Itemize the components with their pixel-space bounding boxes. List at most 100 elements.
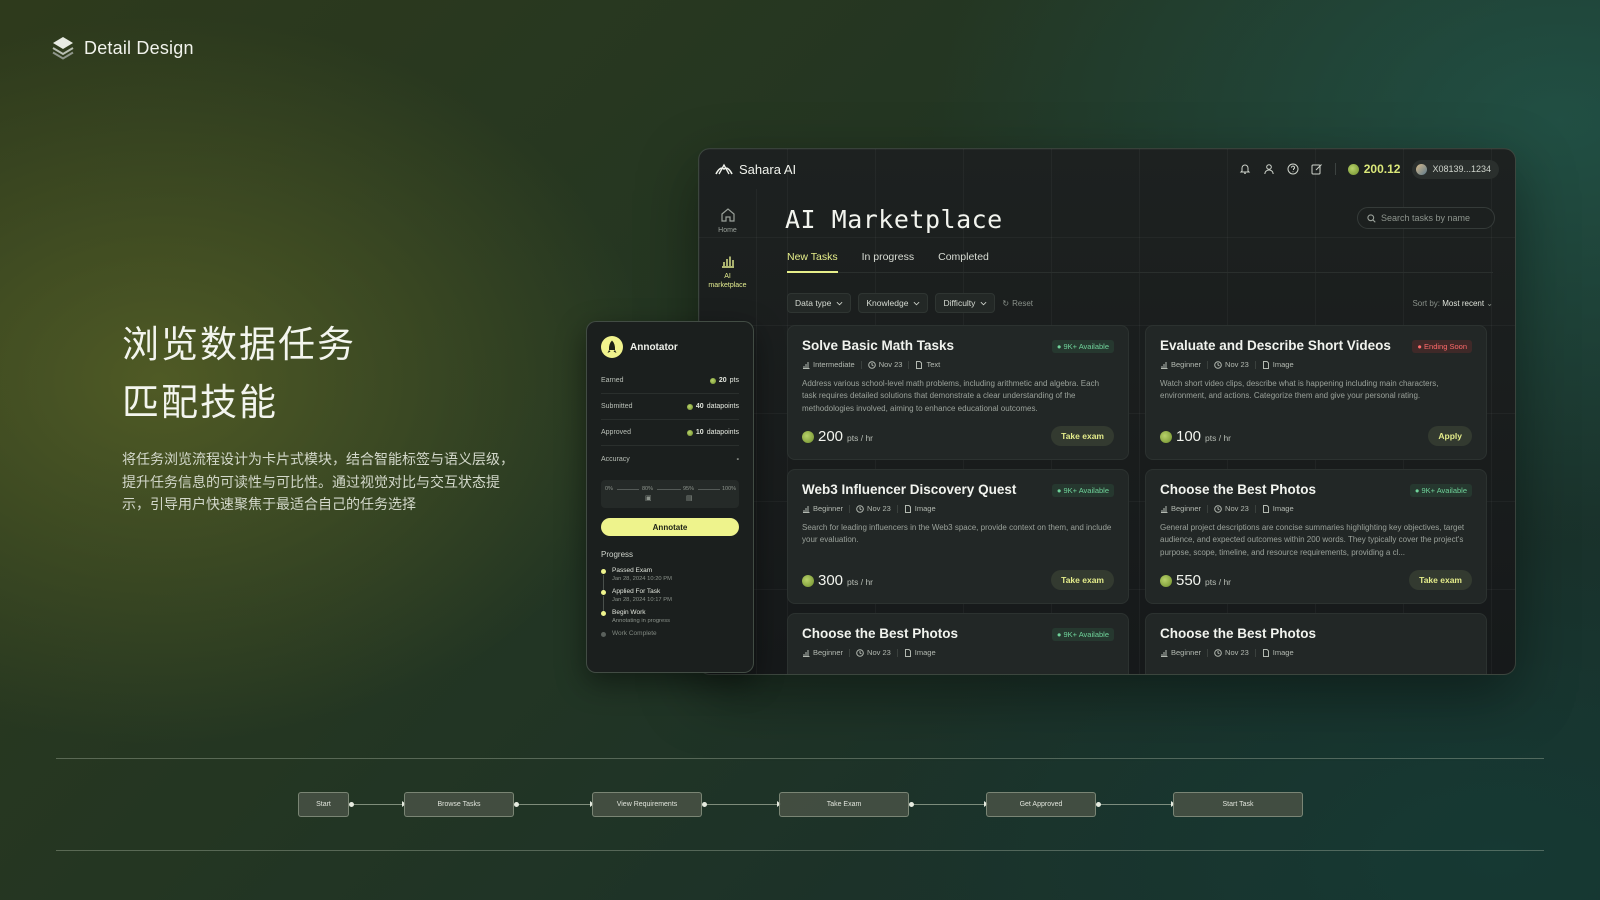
file-icon	[916, 360, 923, 369]
sort-select[interactable]: Sort by: Most recent ⌄	[1412, 299, 1493, 308]
reward-points: 550	[1176, 572, 1202, 589]
level-icon	[803, 361, 810, 369]
step-title: Work Complete	[612, 630, 657, 637]
availability-badge: ● 9K+ Available	[1051, 340, 1114, 353]
accuracy-scale: 0% 80% 95% 100% ▣ ▤	[601, 480, 739, 508]
task-type: Image	[914, 504, 936, 513]
reward-unit: pts / hr	[1205, 433, 1232, 443]
image-icon	[1262, 504, 1269, 513]
user-icon[interactable]	[1263, 163, 1275, 175]
stat-earned: Earned 20 pts	[601, 368, 739, 394]
sidebar-item-home[interactable]: Home	[699, 207, 756, 235]
chevron-down-icon	[914, 301, 920, 305]
help-icon[interactable]	[1287, 163, 1299, 175]
filter-knowledge[interactable]: Knowledge	[858, 293, 929, 313]
trophy-icon: ▤	[686, 495, 693, 502]
sort-label: Sort by:	[1412, 298, 1441, 308]
hero-title-line2: 匹配技能	[122, 381, 278, 424]
flow-connector	[349, 801, 406, 807]
task-date: Nov 23	[1225, 360, 1249, 369]
task-description: Search for leading influencers in the We…	[802, 523, 1112, 545]
reset-button[interactable]: ↻ Reset	[1002, 299, 1033, 308]
tab-in-progress[interactable]: In progress	[862, 249, 915, 273]
coin-icon	[686, 403, 693, 410]
tab-completed[interactable]: Completed	[938, 249, 989, 273]
app-window: Sahara AI 200.12 X08139...1234 Home AI m	[698, 148, 1516, 675]
task-meta: Beginner Nov 23 Image	[802, 648, 1114, 657]
level-icon	[1161, 361, 1168, 369]
clock-icon	[1214, 648, 1222, 657]
balance-value: 200.12	[1363, 162, 1401, 176]
hero-title: 浏览数据任务 匹配技能	[122, 316, 356, 432]
reward-points: 100	[1176, 428, 1202, 445]
take-exam-button[interactable]: Take exam	[1051, 570, 1114, 590]
search-box[interactable]	[1357, 207, 1495, 229]
filter-difficulty[interactable]: Difficulty	[935, 293, 996, 313]
take-exam-button[interactable]: Take exam	[1409, 570, 1472, 590]
task-level: Beginner	[813, 504, 844, 513]
task-type: Text	[926, 360, 941, 369]
availability-badge: ● 9K+ Available	[1051, 628, 1114, 641]
accuracy-tick: 100%	[722, 486, 737, 492]
tab-new-tasks[interactable]: New Tasks	[787, 249, 838, 273]
task-reward: 200 pts / hr	[802, 428, 873, 445]
flow-node-browse-tasks: Browse Tasks	[404, 792, 514, 817]
task-description: Watch short video clips, describe what i…	[1160, 379, 1439, 401]
task-card[interactable]: Solve Basic Math Tasks ● 9K+ Available I…	[787, 325, 1129, 460]
tabs: New Tasks In progress Completed	[787, 249, 1493, 273]
image-icon	[904, 648, 911, 657]
task-level: Beginner	[1171, 504, 1202, 513]
flow-node-start-task: Start Task	[1173, 792, 1303, 817]
level-icon	[803, 649, 810, 657]
stat-accuracy: Accuracy -	[601, 446, 739, 472]
sidebar-item-label: Home	[718, 227, 737, 234]
coin-icon	[1347, 163, 1359, 175]
task-reward: 300 pts / hr	[802, 572, 873, 589]
reward-unit: pts / hr	[847, 433, 874, 443]
take-exam-button[interactable]: Take exam	[1051, 426, 1114, 446]
flow-node-start: Start	[298, 792, 349, 817]
accuracy-tick: 95%	[683, 486, 695, 492]
task-level: Beginner	[813, 648, 844, 657]
sort-value: Most recent	[1442, 298, 1485, 308]
divider-top	[56, 758, 1544, 759]
stat-label: Submitted	[601, 403, 633, 410]
apply-button[interactable]: Apply	[1428, 426, 1472, 446]
level-icon	[1161, 505, 1168, 513]
edit-icon[interactable]	[1311, 163, 1323, 175]
app-logo-text: Sahara AI	[739, 161, 797, 177]
task-card[interactable]: Evaluate and Describe Short Videos ● End…	[1145, 325, 1487, 460]
task-card[interactable]: Web3 Influencer Discovery Quest ● 9K+ Av…	[787, 469, 1129, 604]
task-card[interactable]: Choose the Best Photos Beginner Nov 23 I…	[1145, 613, 1487, 674]
sidebar-item-ai-marketplace[interactable]: AI marketplace	[699, 253, 756, 290]
page-title: AI Marketplace	[785, 205, 1003, 234]
bell-icon[interactable]	[1239, 163, 1251, 175]
flow-node-take-exam: Take Exam	[779, 792, 909, 817]
task-card-grid: Solve Basic Math Tasks ● 9K+ Available I…	[787, 325, 1495, 674]
accuracy-tick: 80%	[642, 486, 654, 492]
brand: Detail Design	[52, 36, 194, 60]
availability-badge: ● 9K+ Available	[1409, 484, 1472, 497]
filter-data-type[interactable]: Data type	[787, 293, 852, 313]
stat-label: Earned	[601, 377, 624, 384]
reward-unit: pts / hr	[847, 577, 874, 587]
stat-unit: pts	[729, 377, 739, 384]
flow-node-view-requirements: View Requirements	[592, 792, 702, 817]
stat-value: 20	[718, 377, 727, 384]
annotator-header: Annotator	[601, 336, 739, 358]
task-type: Image	[914, 648, 936, 657]
stat-submitted: Submitted 40 datapoints	[601, 394, 739, 420]
hero-description: 将任务浏览流程设计为卡片式模块，结合智能标签与语义层级，提升任务信息的可读性与可…	[122, 452, 514, 513]
search-input[interactable]	[1381, 213, 1491, 223]
chevron-down-icon: ⌄	[1486, 298, 1493, 308]
task-card[interactable]: Choose the Best Photos ● 9K+ Available B…	[1145, 469, 1487, 604]
wallet-button[interactable]: X08139...1234	[1412, 159, 1499, 179]
task-card[interactable]: Choose the Best Photos ● 9K+ Available B…	[787, 613, 1129, 674]
app-logo[interactable]: Sahara AI	[715, 162, 796, 177]
stat-value: -	[736, 455, 739, 463]
availability-badge: ● 9K+ Available	[1051, 484, 1114, 497]
hero-title-line1: 浏览数据任务	[122, 323, 356, 366]
annotate-button[interactable]: Annotate	[601, 518, 739, 536]
stat-unit: datapoints	[706, 429, 739, 436]
chevron-down-icon	[980, 301, 987, 305]
